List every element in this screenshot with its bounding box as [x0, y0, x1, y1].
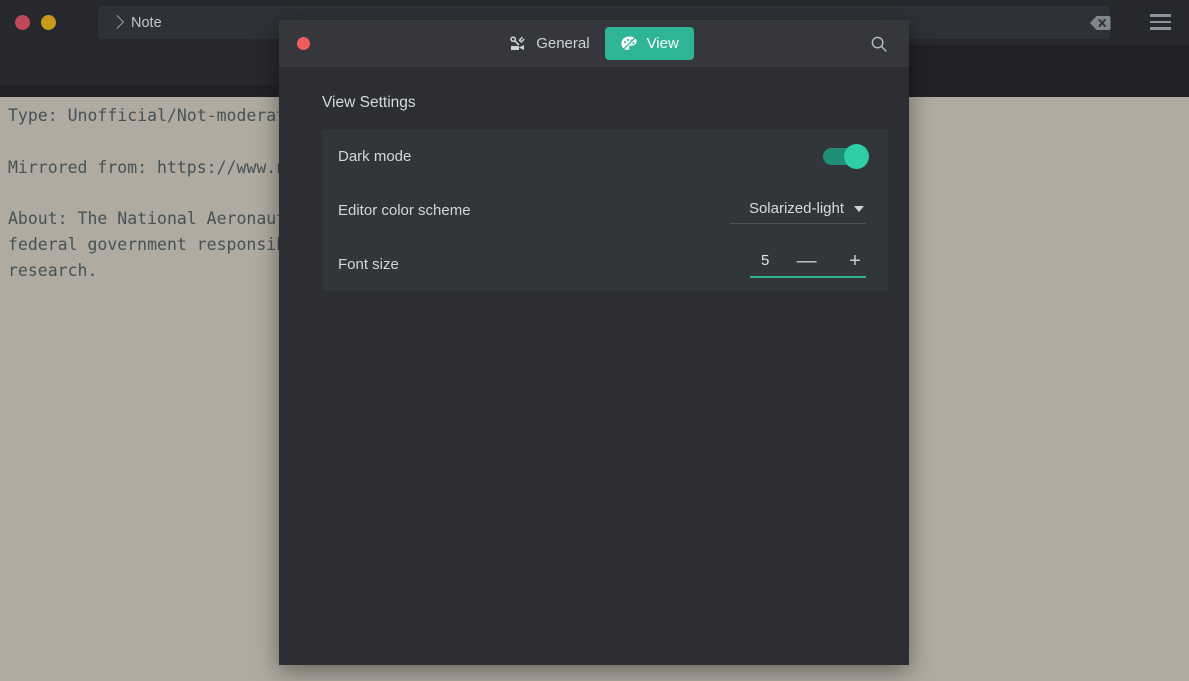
- setting-label-editor-color-scheme: Editor color scheme: [338, 201, 471, 219]
- breadcrumb-label: Note: [131, 14, 162, 31]
- breadcrumb: Note: [98, 15, 162, 31]
- setting-row-editor-color-scheme: Editor color scheme Solarized-light: [338, 183, 866, 237]
- section-title: View Settings: [322, 94, 416, 111]
- settings-dialog-header: General View: [279, 20, 909, 67]
- window-close-button[interactable]: [15, 15, 30, 30]
- dark-mode-toggle-knob: [844, 143, 869, 169]
- setting-label-dark-mode: Dark mode: [338, 147, 412, 165]
- chevron-down-icon: [854, 205, 864, 212]
- editor-color-scheme-dropdown[interactable]: Solarized-light: [730, 196, 866, 224]
- window-controls: [0, 15, 56, 30]
- tab-view-label: View: [646, 35, 679, 52]
- tab-general[interactable]: General: [494, 27, 604, 60]
- setting-row-font-size: Font size 5 — +: [338, 237, 866, 291]
- tab-general-label: General: [536, 35, 590, 52]
- dark-mode-toggle[interactable]: [823, 143, 869, 169]
- setting-row-dark-mode: Dark mode: [338, 129, 869, 183]
- hamburger-menu-icon[interactable]: [1147, 10, 1173, 34]
- palette-icon: [620, 35, 638, 53]
- editor-color-scheme-value: Solarized-light: [748, 200, 844, 217]
- backspace-delete-icon[interactable]: [1079, 6, 1121, 39]
- settings-dialog: General View View Settings Dark mode Edi…: [279, 20, 909, 665]
- settings-tabs: General View: [279, 27, 909, 60]
- chevron-right-icon: [109, 14, 125, 30]
- settings-card: Dark mode Editor color scheme Solarized-…: [322, 129, 888, 291]
- tab-view[interactable]: View: [604, 27, 694, 60]
- search-icon[interactable]: [867, 32, 891, 56]
- font-size-decrement-button[interactable]: —: [796, 251, 818, 271]
- settings-dialog-body: View Settings Dark mode Editor color sch…: [279, 67, 909, 291]
- tools-wrench-icon: [509, 35, 527, 53]
- font-size-increment-button[interactable]: +: [844, 251, 866, 271]
- font-size-input[interactable]: 5: [750, 252, 769, 269]
- window-minimize-button[interactable]: [41, 15, 56, 30]
- font-size-stepper: 5 — +: [750, 251, 866, 278]
- setting-label-font-size: Font size: [338, 255, 399, 273]
